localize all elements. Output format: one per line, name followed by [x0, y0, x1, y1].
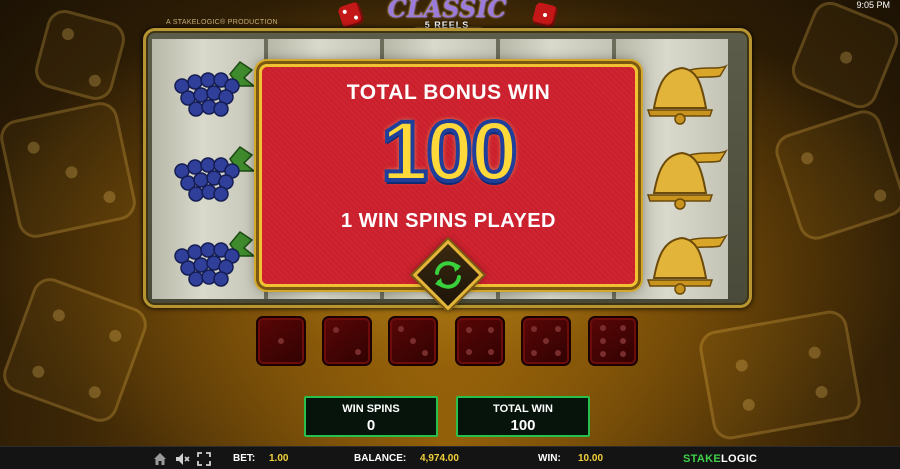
balance-value: 4,974.00 [420, 453, 459, 464]
die-face-3 [388, 316, 438, 366]
die-face-6 [588, 316, 638, 366]
background-die-decoration [770, 105, 900, 245]
background-die-decoration [0, 273, 152, 427]
total-win-value: 100 [510, 417, 536, 434]
balance-label: BALANCE: [354, 453, 407, 464]
background-die-decoration [786, 0, 900, 114]
win-label: WIN: [538, 453, 561, 464]
total-win-label: TOTAL WIN [493, 403, 553, 415]
refresh-icon [435, 261, 461, 289]
spins-played-text: 1 WIN SPINS PLAYED [341, 210, 556, 232]
sound-off-icon[interactable] [174, 451, 190, 467]
win-spins-label: WIN SPINS [342, 403, 400, 415]
die-face-1 [256, 316, 306, 366]
bell-symbol-icon [640, 226, 730, 296]
bell-symbol-icon [640, 141, 730, 211]
bottom-bar: BET: 1.00 BALANCE: 4,974.00 WIN: 10.00 S… [0, 446, 900, 469]
game-stage: 9:05 PM A STAKELOGIC® PRODUCTION CLASSIC… [0, 0, 900, 446]
fullscreen-icon[interactable] [196, 451, 212, 467]
total-win-panel: TOTAL WIN 100 [456, 396, 590, 437]
home-icon[interactable] [152, 451, 168, 467]
win-spins-panel: WIN SPINS 0 [304, 396, 438, 437]
production-credit: A STAKELOGIC® PRODUCTION [166, 19, 278, 26]
brand-part-2: LOGIC [720, 453, 758, 465]
background-die-decoration [31, 6, 129, 104]
background-die-decoration [0, 98, 140, 242]
bonus-win-amount: 100 [379, 102, 519, 200]
die-face-2 [322, 316, 372, 366]
background-die-decoration [696, 307, 864, 443]
die-face-4 [455, 316, 505, 366]
bet-value[interactable]: 1.00 [269, 453, 288, 464]
win-value: 10.00 [578, 453, 604, 464]
bell-symbol-icon [640, 56, 730, 126]
win-spins-value: 0 [366, 417, 376, 434]
die-face-5 [521, 316, 571, 366]
stakelogic-brand: STAKELOGIC [683, 453, 757, 465]
grapes-symbol-icon [168, 141, 258, 211]
status-time: 9:05 PM [856, 0, 890, 10]
brand-part-1: STAKE [683, 453, 721, 465]
bet-label: BET: [233, 453, 256, 464]
grapes-symbol-icon [168, 226, 258, 296]
continue-button[interactable] [412, 239, 484, 311]
grapes-symbol-icon [168, 56, 258, 126]
